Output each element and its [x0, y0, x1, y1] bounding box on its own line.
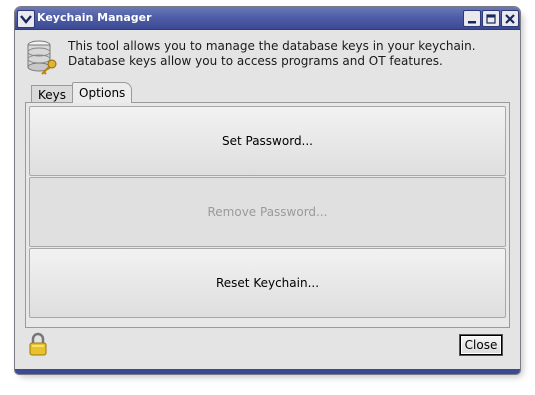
minimize-icon — [468, 20, 476, 23]
keychain-manager-window: Keychain Manager This tool allows you to… — [14, 6, 521, 375]
close-button-label: Close — [464, 338, 498, 352]
remove-password-button[interactable]: Remove Password... — [29, 177, 506, 247]
remove-password-label: Remove Password... — [207, 205, 328, 219]
dialog-body: This tool allows you to manage the datab… — [15, 30, 520, 370]
tab-options-label: Options — [79, 86, 126, 100]
tab-options[interactable]: Options — [72, 82, 133, 103]
reset-keychain-label: Reset Keychain... — [215, 276, 320, 290]
tab-keys-label: Keys — [38, 88, 67, 102]
maximize-icon — [486, 13, 496, 24]
info-line-2: Database keys allow you to access progra… — [68, 54, 443, 68]
close-button[interactable]: Close — [459, 334, 503, 356]
chevron-down-icon — [20, 15, 32, 24]
info-line-1: This tool allows you to manage the datab… — [68, 39, 476, 53]
options-panel: Set Password... Remove Password... Reset… — [25, 102, 510, 328]
title-bar[interactable]: Keychain Manager — [15, 7, 520, 30]
set-password-button[interactable]: Set Password... — [29, 106, 506, 176]
window-bottom-border — [15, 369, 520, 374]
set-password-label: Set Password... — [221, 134, 313, 148]
padlock-icon — [28, 332, 48, 359]
maximize-button[interactable] — [482, 10, 500, 27]
window-title: Keychain Manager — [37, 11, 152, 24]
database-key-icon — [26, 40, 60, 76]
reset-keychain-button[interactable]: Reset Keychain... — [29, 248, 506, 318]
window-menu-button[interactable] — [17, 10, 35, 28]
minimize-button[interactable] — [463, 10, 481, 27]
close-window-button[interactable] — [501, 10, 519, 27]
info-text: This tool allows you to manage the datab… — [68, 39, 498, 69]
close-icon — [505, 13, 515, 24]
